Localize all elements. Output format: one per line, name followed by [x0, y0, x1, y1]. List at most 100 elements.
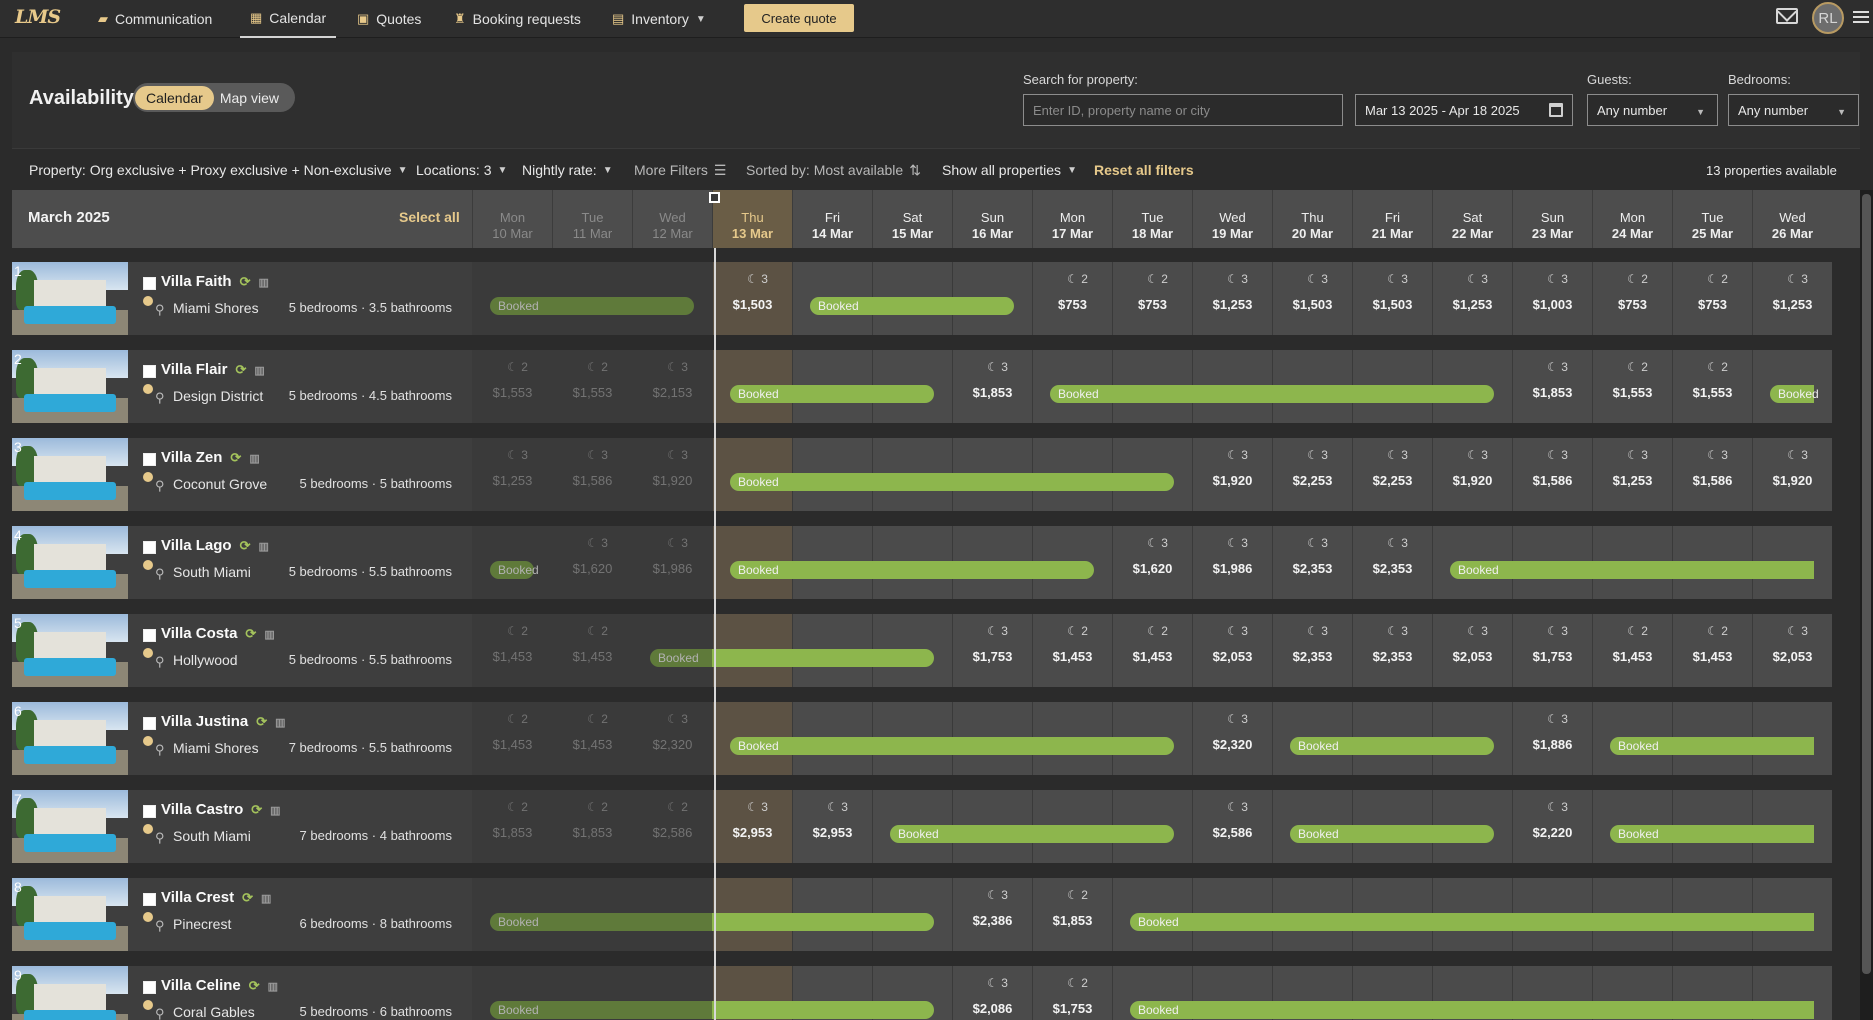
day-cell[interactable]: ☾ 3 $1,620 [1112, 526, 1192, 599]
property-filter[interactable]: Property: Org exclusive + Proxy exclusiv… [29, 149, 408, 191]
day-cell[interactable]: ☾ 3 $1,253 [1192, 262, 1272, 335]
property-checkbox[interactable] [143, 453, 156, 466]
day-cell[interactable]: ☾ 2 $1,853 [1032, 878, 1112, 951]
day-cell[interactable]: ☾ 3 $1,586 [552, 438, 632, 511]
property-thumbnail[interactable]: 4 [12, 526, 128, 599]
day-cell[interactable]: ☾ 2 $1,553 [1672, 350, 1752, 423]
map-view-toggle[interactable]: Map view [214, 86, 285, 110]
day-cell[interactable]: ☾ 3 $2,586 [1192, 790, 1272, 863]
property-name[interactable]: Villa Justina ⟳ ▥ [161, 713, 286, 730]
property-name[interactable]: Villa Zen ⟳ ▥ [161, 449, 260, 466]
day-cell[interactable]: ☾ 2 $753 [1672, 262, 1752, 335]
bedrooms-select[interactable]: Any number ▼ [1728, 94, 1859, 126]
day-cell[interactable]: ☾ 3 $1,620 [552, 526, 632, 599]
app-logo[interactable]: LMS [15, 6, 61, 28]
booked-bar[interactable]: Booked [1050, 385, 1494, 403]
day-cell[interactable]: ☾ 3 $1,753 [952, 614, 1032, 687]
more-filters-button[interactable]: More Filters ☰ [634, 149, 726, 191]
day-cell[interactable]: ☾ 2 $1,753 [1032, 966, 1112, 1020]
property-checkbox[interactable] [143, 805, 156, 818]
calendar-view-toggle[interactable]: Calendar [135, 85, 214, 110]
day-cell[interactable]: ☾ 3 $1,920 [632, 438, 712, 511]
property-name[interactable]: Villa Crest ⟳ ▥ [161, 889, 271, 906]
avatar[interactable]: RL [1812, 2, 1844, 34]
property-checkbox[interactable] [143, 277, 156, 290]
day-cell[interactable]: ☾ 2 $1,453 [472, 614, 552, 687]
hamburger-menu-icon[interactable] [1853, 11, 1869, 23]
day-cell[interactable]: ☾ 3 $2,353 [1272, 526, 1352, 599]
day-cell[interactable]: ☾ 3 $2,953 [712, 790, 792, 863]
booked-bar[interactable]: Booked [1450, 561, 1814, 579]
day-cell[interactable]: ☾ 3 $2,386 [952, 878, 1032, 951]
booked-bar[interactable]: Booked [730, 385, 934, 403]
day-cell[interactable]: ☾ 3 $2,086 [952, 966, 1032, 1020]
day-cell[interactable]: ☾ 2 $1,453 [1592, 614, 1672, 687]
property-thumbnail[interactable]: 9 [12, 966, 128, 1020]
day-cell[interactable]: ☾ 2 $753 [1032, 262, 1112, 335]
property-checkbox[interactable] [143, 629, 156, 642]
day-cell[interactable]: ☾ 3 $1,503 [1272, 262, 1352, 335]
day-cell[interactable]: ☾ 2 $1,553 [1592, 350, 1672, 423]
property-name[interactable]: Villa Costa ⟳ ▥ [161, 625, 275, 642]
day-cell[interactable]: ☾ 3 $1,586 [1512, 438, 1592, 511]
day-cell[interactable]: ☾ 3 $1,986 [632, 526, 712, 599]
booked-bar[interactable]: Booked [730, 473, 1174, 491]
property-info[interactable]: 3 Villa Zen ⟳ ▥ ⚲ Coconut Grove 5 bedrooms · 5… [12, 438, 472, 511]
day-cell[interactable]: ☾ 3 $2,253 [1352, 438, 1432, 511]
property-name[interactable]: Villa Faith ⟳ ▥ [161, 273, 269, 290]
booked-bar[interactable]: Booked [490, 297, 694, 315]
day-cell[interactable]: ☾ 2 $1,453 [1672, 614, 1752, 687]
property-thumbnail[interactable]: 6 [12, 702, 128, 775]
day-cell[interactable]: ☾ 3 $2,153 [632, 350, 712, 423]
booked-bar[interactable]: Booked [1770, 385, 1819, 403]
day-cell[interactable]: ☾ 3 $2,053 [1752, 614, 1832, 687]
property-info[interactable]: 5 Villa Costa ⟳ ▥ ⚲ Hollywood 5 bedrooms · 5.5… [12, 614, 472, 687]
property-name[interactable]: Villa Celine ⟳ ▥ [161, 977, 278, 994]
day-cell[interactable]: ☾ 3 $1,853 [952, 350, 1032, 423]
day-cell[interactable]: ☾ 3 $1,920 [1752, 438, 1832, 511]
day-cell[interactable]: ☾ 2 $1,853 [552, 790, 632, 863]
today-handle[interactable] [709, 192, 720, 203]
property-name[interactable]: Villa Castro ⟳ ▥ [161, 801, 281, 818]
day-cell[interactable]: ☾ 3 $1,886 [1512, 702, 1592, 775]
property-thumbnail[interactable]: 5 [12, 614, 128, 687]
booked-bar[interactable]: Booked [810, 297, 1014, 315]
nav-inventory[interactable]: ▤ Inventory ▼ [612, 0, 706, 38]
day-cell[interactable]: ☾ 3 $1,253 [1752, 262, 1832, 335]
reset-filters-link[interactable]: Reset all filters [1094, 149, 1194, 191]
booked-bar[interactable]: Booked [490, 913, 934, 931]
sort-button[interactable]: Sorted by: Most available ⇅ [746, 149, 921, 191]
day-cell[interactable]: ☾ 3 $1,986 [1192, 526, 1272, 599]
property-thumbnail[interactable]: 1 [12, 262, 128, 335]
scrollbar-thumb[interactable] [1862, 194, 1871, 974]
booked-bar[interactable]: Booked [1130, 913, 1814, 931]
property-info[interactable]: 2 Villa Flair ⟳ ▥ ⚲ Design District 5 bedrooms… [12, 350, 472, 423]
day-cell[interactable]: ☾ 3 $2,053 [1192, 614, 1272, 687]
booked-bar[interactable]: Booked [490, 561, 539, 579]
day-cell[interactable]: ☾ 3 $2,253 [1272, 438, 1352, 511]
booked-bar[interactable]: Booked [730, 561, 1094, 579]
nav-calendar[interactable]: ▦ Calendar [240, 0, 337, 38]
property-checkbox[interactable] [143, 893, 156, 906]
search-input[interactable]: Enter ID, property name or city [1023, 94, 1343, 126]
day-cell[interactable]: ☾ 2 $1,453 [472, 702, 552, 775]
day-cell[interactable]: ☾ 3 $2,320 [632, 702, 712, 775]
booked-bar[interactable]: Booked [1290, 737, 1494, 755]
day-cell[interactable]: ☾ 2 $1,453 [1032, 614, 1112, 687]
nav-booking-requests[interactable]: ♜ Booking requests [454, 0, 581, 38]
nightly-rate-filter[interactable]: Nightly rate: ▼ [522, 149, 613, 191]
nav-communication[interactable]: ▰ Communication [98, 0, 212, 38]
booked-bar[interactable]: Booked [650, 649, 934, 667]
booked-bar[interactable]: Booked [730, 737, 1174, 755]
day-cell[interactable]: ☾ 3 $1,253 [472, 438, 552, 511]
day-cell[interactable]: ☾ 3 $1,253 [1592, 438, 1672, 511]
day-cell[interactable]: ☾ 2 $1,553 [472, 350, 552, 423]
day-cell[interactable]: ☾ 3 $2,220 [1512, 790, 1592, 863]
booked-bar[interactable]: Booked [1610, 737, 1814, 755]
day-cell[interactable]: ☾ 3 $1,920 [1432, 438, 1512, 511]
property-name[interactable]: Villa Flair ⟳ ▥ [161, 361, 265, 378]
day-cell[interactable]: ☾ 2 $1,853 [472, 790, 552, 863]
property-checkbox[interactable] [143, 365, 156, 378]
booked-bar[interactable]: Booked [890, 825, 1174, 843]
booked-bar[interactable]: Booked [1610, 825, 1814, 843]
